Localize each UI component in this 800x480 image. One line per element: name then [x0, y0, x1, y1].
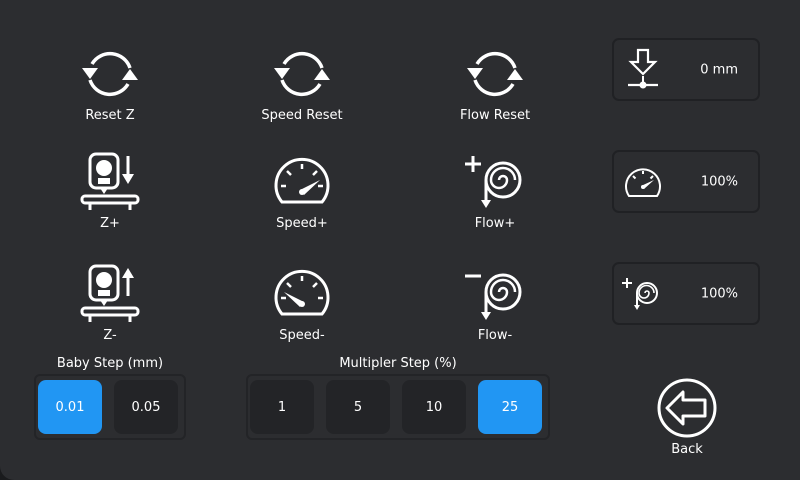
flow-minus-icon	[465, 273, 522, 320]
speed-value: 100%	[700, 174, 738, 189]
flow-reset-button[interactable]: Flow Reset	[445, 42, 545, 123]
speedometer-icon	[274, 269, 330, 316]
speed-minus-button[interactable]: Speed-	[252, 262, 352, 343]
back-label: Back	[671, 442, 703, 457]
speedometer-icon	[625, 168, 661, 197]
speed-reset-button[interactable]: Speed Reset	[252, 42, 352, 123]
flow-status: 100%	[612, 262, 760, 325]
z-plus-button[interactable]: Z+	[70, 150, 150, 231]
speed-reset-label: Speed Reset	[261, 108, 343, 123]
flow-value: 100%	[700, 286, 738, 301]
refresh-icon	[467, 51, 523, 97]
reset-z-button[interactable]: Reset Z	[70, 42, 150, 123]
baby-step-group: 0.01 0.05	[34, 374, 186, 440]
speed-minus-label: Speed-	[279, 328, 325, 343]
z-offset-status: 0 mm	[612, 38, 760, 101]
speedometer-icon	[274, 157, 330, 204]
speed-status: 100%	[612, 150, 760, 213]
multiplier-option-1[interactable]: 1	[250, 380, 314, 434]
flow-plus-icon	[622, 278, 658, 310]
z-offset-value: 0 mm	[700, 62, 738, 77]
printhead-down-icon	[80, 152, 140, 210]
flow-plus-icon	[465, 156, 522, 208]
reset-z-label: Reset Z	[85, 108, 135, 123]
multiplier-step-title: Multipler Step (%)	[339, 356, 457, 371]
speed-plus-button[interactable]: Speed+	[252, 150, 352, 231]
flow-reset-label: Flow Reset	[459, 108, 531, 123]
tune-screen: Reset Z Speed Reset Flow Reset Z+ Speed+…	[0, 0, 800, 480]
multiplier-option-5[interactable]: 5	[326, 380, 390, 434]
baby-step-option-0.01[interactable]: 0.01	[38, 380, 102, 434]
back-button[interactable]: Back	[647, 376, 727, 457]
z-plus-label: Z+	[100, 216, 120, 231]
flow-minus-button[interactable]: Flow-	[445, 262, 545, 343]
z-minus-label: Z-	[103, 328, 117, 343]
flow-plus-label: Flow+	[474, 216, 516, 231]
multiplier-option-10[interactable]: 10	[402, 380, 466, 434]
refresh-icon	[82, 51, 138, 97]
refresh-icon	[274, 51, 330, 97]
flow-minus-label: Flow-	[477, 328, 513, 343]
baby-step-option-0.05[interactable]: 0.05	[114, 380, 178, 434]
flow-plus-button[interactable]: Flow+	[445, 150, 545, 231]
multiplier-option-25[interactable]: 25	[478, 380, 542, 434]
z-minus-button[interactable]: Z-	[70, 262, 150, 343]
back-arrow-icon	[657, 378, 717, 438]
multiplier-step-group: 1 5 10 25	[246, 374, 550, 440]
printhead-up-icon	[80, 264, 140, 322]
z-offset-icon	[628, 48, 658, 89]
speed-plus-label: Speed+	[276, 216, 328, 231]
baby-step-title: Baby Step (mm)	[56, 356, 164, 371]
